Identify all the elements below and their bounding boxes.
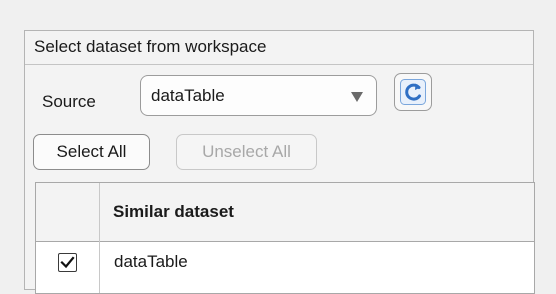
dataset-selection-panel: Select dataset from workspace Source dat… xyxy=(24,30,535,294)
select-all-button[interactable]: Select All xyxy=(33,134,150,170)
column-header-similar-dataset: Similar dataset xyxy=(113,202,234,221)
panel-divider xyxy=(25,64,533,65)
refresh-icon xyxy=(400,79,426,105)
chevron-down-icon xyxy=(351,92,363,102)
checkmark-icon xyxy=(60,256,75,269)
table-header: Similar dataset xyxy=(36,183,534,242)
row-checkbox[interactable] xyxy=(58,253,77,272)
refresh-button[interactable] xyxy=(394,73,432,111)
dataset-table: Similar dataset dataTable xyxy=(35,182,535,294)
dataset-name-cell: dataTable xyxy=(114,252,188,271)
source-dropdown-value: dataTable xyxy=(151,86,225,105)
source-label: Source xyxy=(42,92,96,111)
source-dropdown[interactable]: dataTable xyxy=(140,75,377,116)
panel-title: Select dataset from workspace xyxy=(34,37,267,56)
table-row[interactable]: dataTable xyxy=(36,242,534,282)
unselect-all-button[interactable]: Unselect All xyxy=(176,134,317,170)
